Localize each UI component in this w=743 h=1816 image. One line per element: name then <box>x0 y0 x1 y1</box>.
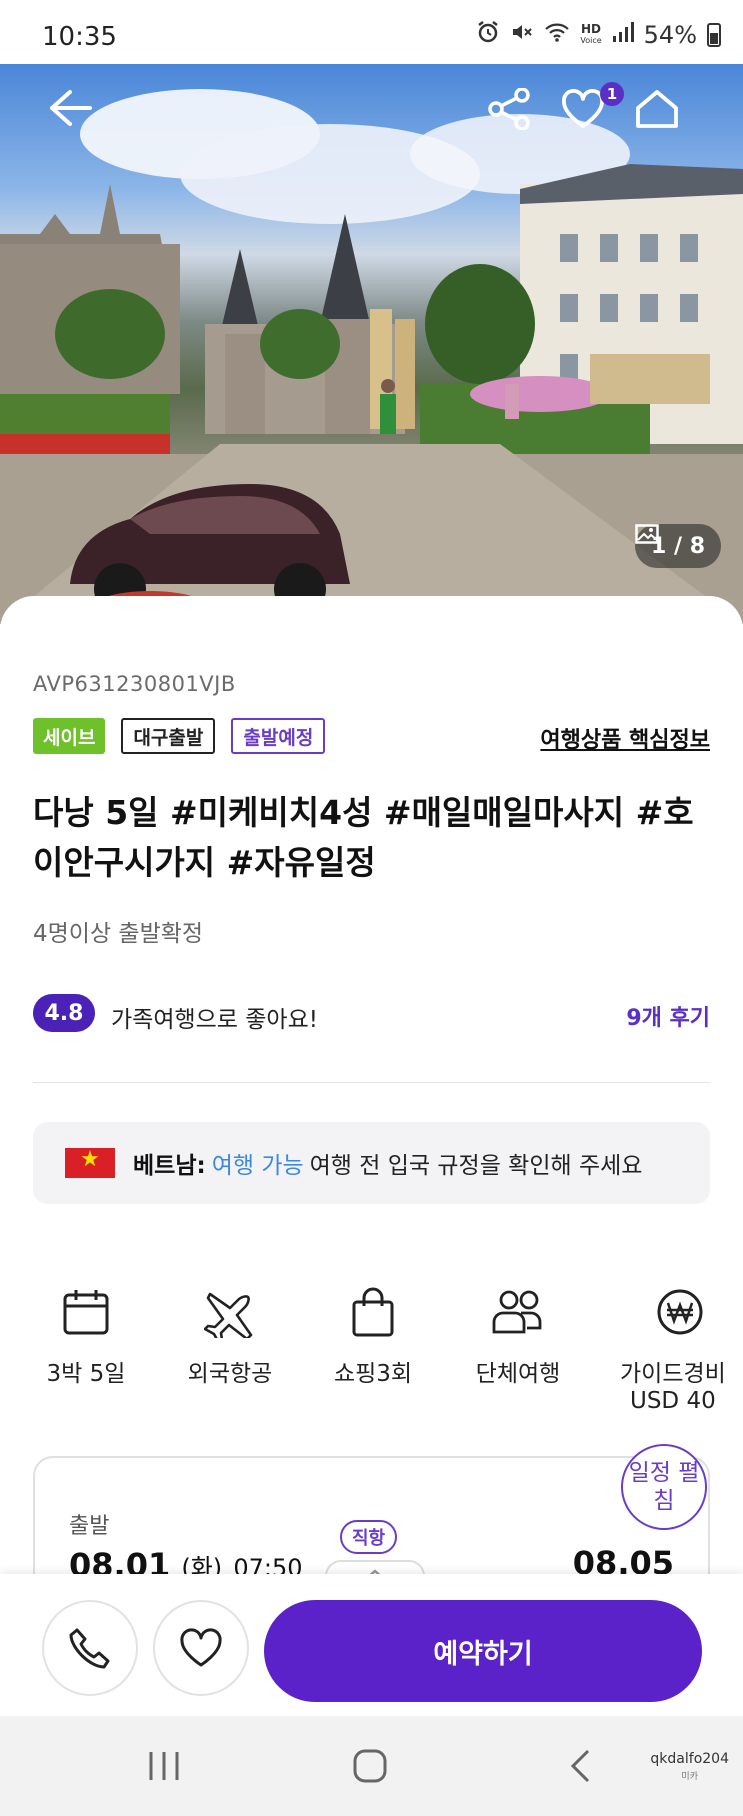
notice-country: 베트남: <box>133 1153 206 1179</box>
feature-label: 3박 5일 <box>46 1361 126 1387</box>
entry-notice-banner[interactable]: 베트남: 여행 가능 여행 전 입국 규정을 확인해 주세요 <box>33 1122 710 1204</box>
heart-icon <box>180 1628 222 1667</box>
notice-message: 여행 전 입국 규정을 확인해 주세요 <box>309 1153 643 1179</box>
alarm-icon <box>476 20 500 50</box>
product-title: 다낭 5일 #미케비치4성 #매일매일마사지 #호이안구시가지 #자유일정 <box>33 793 694 882</box>
share-button[interactable] <box>486 88 546 148</box>
image-counter[interactable]: 1 / 8 <box>635 524 721 568</box>
rating-row[interactable]: 4.8 가족여행으로 좋아요! 9개 후기 <box>33 994 710 1034</box>
wishlist-count-badge: 1 <box>600 82 624 106</box>
shopping-bag-icon <box>352 1287 394 1337</box>
reviews-link[interactable]: 9개 후기 <box>626 1000 710 1032</box>
back-button[interactable] <box>48 88 108 148</box>
call-button[interactable] <box>42 1600 138 1696</box>
tag-departure-city: 대구출발 <box>121 718 216 754</box>
bottom-action-bar: 예약하기 <box>0 1574 743 1716</box>
direct-flight-badge: 직항 <box>340 1520 398 1554</box>
status-time: 10:35 <box>42 22 117 52</box>
product-subtitle: 4명이상 출발확정 <box>33 921 204 947</box>
back-nav-icon <box>570 1749 590 1783</box>
hero-image[interactable]: 1 1 / 8 <box>0 64 743 624</box>
hero-illustration <box>0 89 743 624</box>
feature-label: 쇼핑3회 <box>333 1361 413 1387</box>
feature-duration: 3박 5일 <box>16 1282 156 1388</box>
feature-list: 3박 5일 외국항공 쇼핑3회 단체여행 가이드경비 USD 40 <box>0 1282 743 1414</box>
phone-icon <box>69 1628 110 1669</box>
watermark-user: qkdalfo204 <box>650 1751 729 1767</box>
feature-airline: 외국항공 <box>160 1282 300 1388</box>
divider <box>33 1082 710 1083</box>
recent-apps-button[interactable] <box>144 1744 184 1788</box>
home-button[interactable] <box>634 88 694 148</box>
app-root: 10:35 HD Voice 54% 1 1 / 8 AVP631230801V… <box>0 0 743 1816</box>
back-nav-button[interactable] <box>562 1744 598 1788</box>
feature-sub-label: USD 40 <box>630 1388 716 1414</box>
home-icon <box>636 90 678 128</box>
feature-label: 단체여행 <box>475 1361 561 1387</box>
feature-label: 가이드경비 <box>620 1361 726 1387</box>
tag-departure-status: 출발예정 <box>231 718 326 754</box>
departure-label: 출발 <box>69 1514 110 1539</box>
share-icon <box>488 88 530 130</box>
recent-apps-icon <box>149 1752 179 1780</box>
mute-icon <box>510 20 534 50</box>
airplane-icon <box>204 1292 253 1338</box>
won-icon <box>657 1289 703 1335</box>
status-bar: 10:35 HD Voice 54% <box>0 0 743 64</box>
hd-voice-icon: HD Voice <box>580 22 602 45</box>
vietnam-flag-icon <box>65 1147 115 1178</box>
wifi-icon <box>544 20 570 50</box>
home-nav-button[interactable] <box>348 1744 392 1788</box>
watermark-small: 미카 <box>681 1772 698 1782</box>
watermark: qkdalfo204 미카 <box>650 1750 729 1786</box>
product-code: AVP631230801VJB <box>33 672 236 696</box>
back-arrow-icon <box>50 90 92 126</box>
group-icon <box>492 1290 542 1334</box>
feature-guide-fee: 가이드경비 USD 40 <box>608 1282 743 1414</box>
system-nav-bar: qkdalfo204 미카 <box>0 1716 743 1816</box>
image-icon <box>635 524 659 544</box>
battery-icon <box>707 23 721 47</box>
tag-save: 세이브 <box>33 718 106 754</box>
feature-shopping: 쇼핑3회 <box>303 1282 443 1388</box>
book-button[interactable]: 예약하기 <box>264 1600 702 1702</box>
status-icons: HD Voice 54% <box>476 20 721 50</box>
notice-status: 여행 가능 <box>211 1153 304 1179</box>
feature-label: 외국항공 <box>187 1361 273 1387</box>
rating-score: 4.8 <box>33 994 95 1032</box>
calendar-icon <box>63 1290 109 1335</box>
feature-group-tour: 단체여행 <box>448 1282 588 1388</box>
expand-schedule-button[interactable]: 일정 펼침 <box>621 1444 707 1530</box>
key-info-link[interactable]: 여행상품 핵심정보 <box>540 722 710 754</box>
image-counter-text: 1 / 8 <box>651 533 705 559</box>
wishlist-bottom-button[interactable] <box>153 1600 249 1696</box>
product-sheet: AVP631230801VJB 세이브 대구출발 출발예정 여행상품 핵심정보 … <box>0 596 743 1616</box>
battery-percent: 54% <box>643 21 697 49</box>
home-nav-icon <box>353 1749 387 1783</box>
signal-icon <box>612 21 634 49</box>
product-tags: 세이브 대구출발 출발예정 <box>33 718 326 754</box>
wishlist-button[interactable]: 1 <box>560 82 624 148</box>
rating-summary: 가족여행으로 좋아요! <box>111 1007 318 1033</box>
